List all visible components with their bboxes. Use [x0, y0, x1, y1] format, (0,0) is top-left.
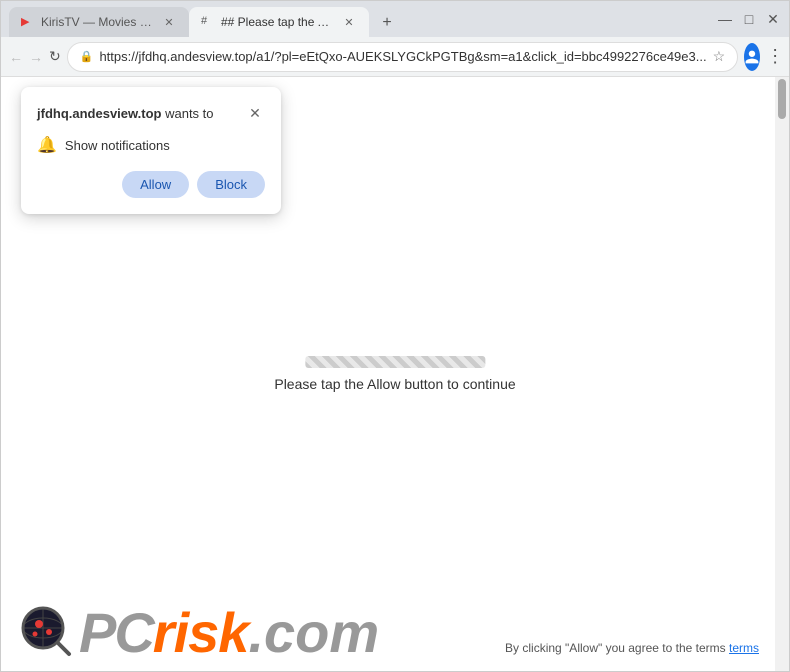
back-button[interactable]: ← [9, 43, 23, 71]
tab1-favicon: ▶ [21, 15, 35, 29]
tab2-close[interactable]: ✕ [341, 14, 357, 30]
popup-close-button[interactable]: ✕ [245, 103, 265, 123]
menu-button[interactable]: ⋮ [766, 43, 784, 71]
close-button[interactable]: ✕ [765, 11, 781, 27]
popup-notification-text: Show notifications [65, 138, 170, 153]
tab2-favicon: # [201, 15, 215, 29]
url-text: https://jfdhq.andesview.top/a1/?pl=eEtQx… [99, 49, 706, 64]
tab1-close[interactable]: ✕ [161, 14, 177, 30]
refresh-button[interactable]: ↻ [49, 43, 61, 71]
url-bar[interactable]: 🔒 https://jfdhq.andesview.top/a1/?pl=eEt… [67, 42, 738, 72]
title-bar: ▶ KirisTV — Movies and Series D... ✕ # #… [1, 1, 789, 37]
browser-window: ▶ KirisTV — Movies and Series D... ✕ # #… [0, 0, 790, 672]
pcrisk-logo-icon [21, 606, 75, 660]
popup-header: jfdhq.andesview.top wants to ✕ [37, 103, 265, 123]
block-button[interactable]: Block [197, 171, 265, 198]
page-center-content: Please tap the Allow button to continue [274, 356, 515, 392]
logo-risk: risk [153, 605, 249, 661]
window-controls: — □ ✕ [717, 11, 781, 27]
logo-com: .com [248, 605, 379, 661]
page-content: jfdhq.andesview.top wants to ✕ 🔔 Show no… [1, 77, 789, 671]
address-bar: ← → ↻ 🔒 https://jfdhq.andesview.top/a1/?… [1, 37, 789, 77]
terms-link[interactable]: terms [729, 641, 759, 655]
maximize-button[interactable]: □ [741, 11, 757, 27]
popup-notification-row: 🔔 Show notifications [37, 135, 265, 155]
allow-button[interactable]: Allow [122, 171, 189, 198]
popup-title: jfdhq.andesview.top wants to [37, 106, 214, 121]
bottom-byline: By clicking "Allow" you agree to the ter… [505, 641, 759, 655]
tab2-title: ## Please tap the Allow button... [221, 15, 335, 29]
scrollbar-thumb[interactable] [778, 79, 786, 119]
tab1-title: KirisTV — Movies and Series D... [41, 15, 155, 29]
lock-icon: 🔒 [80, 50, 94, 63]
bell-icon: 🔔 [37, 135, 57, 155]
popup-actions: Allow Block [37, 171, 265, 198]
person-icon [744, 49, 760, 65]
popup-wants-to: wants to [161, 106, 213, 121]
byline-text: By clicking "Allow" you agree to the ter… [505, 641, 726, 655]
logo-text-group: PC risk .com [79, 605, 379, 661]
tab-2[interactable]: # ## Please tap the Allow button... ✕ [189, 7, 369, 37]
loading-bar [305, 356, 485, 368]
new-tab-button[interactable]: + [373, 9, 401, 37]
popup-site: jfdhq.andesview.top [37, 106, 161, 121]
notification-popup: jfdhq.andesview.top wants to ✕ 🔔 Show no… [21, 87, 281, 214]
loading-text: Please tap the Allow button to continue [274, 376, 515, 392]
scrollbar[interactable] [775, 77, 789, 671]
bottom-logo: PC risk .com [21, 605, 379, 661]
logo-pc: PC [79, 605, 153, 661]
bookmark-icon[interactable]: ☆ [713, 48, 726, 65]
profile-button[interactable] [744, 43, 760, 71]
minimize-button[interactable]: — [717, 11, 733, 27]
tab-bar: ▶ KirisTV — Movies and Series D... ✕ # #… [9, 1, 709, 37]
tab-1[interactable]: ▶ KirisTV — Movies and Series D... ✕ [9, 7, 189, 37]
forward-button[interactable]: → [29, 43, 43, 71]
